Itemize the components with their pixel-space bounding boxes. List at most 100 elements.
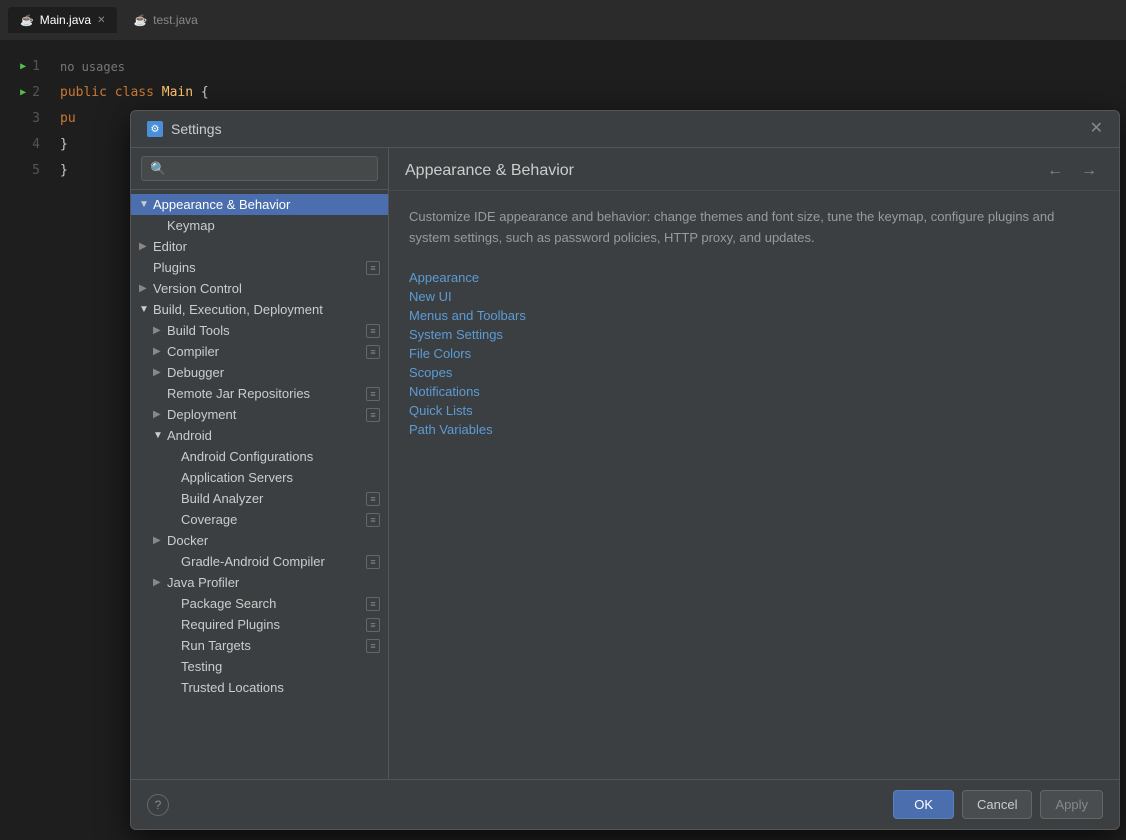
line-num-2: 2 <box>32 80 40 106</box>
settings-dialog: ⚙ Settings ✕ ▼ Appearance & Behavior Key… <box>130 110 1120 830</box>
tree-label-application-servers: Application Servers <box>181 470 380 485</box>
tree-label-gradle-android-compiler: Gradle-Android Compiler <box>181 554 362 569</box>
link-file-colors[interactable]: File Colors <box>409 345 1099 362</box>
right-content: Customize IDE appearance and behavior: c… <box>389 191 1119 779</box>
code-line-1: public class Main { <box>60 80 1116 106</box>
apply-button[interactable]: Apply <box>1040 790 1103 819</box>
gradle-android-settings-icon: ≡ <box>366 555 380 569</box>
tree-arrow-required-plugins <box>167 619 181 630</box>
tree-arrow-docker: ▶ <box>153 535 167 546</box>
settings-icon-symbol: ⚙ <box>151 124 160 135</box>
tree-arrow-android: ▼ <box>153 430 167 441</box>
tree-label-required-plugins: Required Plugins <box>181 617 362 632</box>
link-new-ui[interactable]: New UI <box>409 288 1099 305</box>
tree-label-plugins: Plugins <box>153 260 362 275</box>
tab-label: Main.java <box>40 13 91 27</box>
tree-item-keymap[interactable]: Keymap <box>131 215 388 236</box>
required-plugins-settings-icon: ≡ <box>366 618 380 632</box>
tree-item-testing[interactable]: Testing <box>131 656 388 677</box>
tree-arrow-appearance: ▼ <box>139 199 153 210</box>
dialog-close-button[interactable]: ✕ <box>1090 121 1103 137</box>
tree-label-build-tools: Build Tools <box>167 323 362 338</box>
description-text: Customize IDE appearance and behavior: c… <box>409 207 1099 249</box>
link-quick-lists[interactable]: Quick Lists <box>409 402 1099 419</box>
link-notifications[interactable]: Notifications <box>409 383 1099 400</box>
tree-item-java-profiler[interactable]: ▶ Java Profiler <box>131 572 388 593</box>
ok-button[interactable]: OK <box>893 790 954 819</box>
tree-arrow-package-search <box>167 598 181 609</box>
tree-label-coverage: Coverage <box>181 512 362 527</box>
line-row-3: 3 <box>0 106 40 132</box>
tree-label-trusted-locations: Trusted Locations <box>181 680 380 695</box>
tree-item-android-configurations[interactable]: Android Configurations <box>131 446 388 467</box>
tree-item-deployment[interactable]: ▶ Deployment ≡ <box>131 404 388 425</box>
tree-item-package-search[interactable]: Package Search ≡ <box>131 593 388 614</box>
tree-arrow-remote-jar <box>153 388 167 399</box>
right-panel: Appearance & Behavior ← → Customize IDE … <box>389 148 1119 779</box>
tree-arrow-run-targets <box>167 640 181 651</box>
dialog-footer: ? OK Cancel Apply <box>131 779 1119 829</box>
line-row-1: ▶ 1 <box>0 54 40 80</box>
tree-item-gradle-android-compiler[interactable]: Gradle-Android Compiler ≡ <box>131 551 388 572</box>
cancel-button[interactable]: Cancel <box>962 790 1032 819</box>
tab-close-button[interactable]: ✕ <box>97 15 105 26</box>
tab-main-java[interactable]: ☕ Main.java ✕ <box>8 7 117 33</box>
line-num-4: 4 <box>32 132 40 158</box>
tree-label-editor: Editor <box>153 239 380 254</box>
link-scopes[interactable]: Scopes <box>409 364 1099 381</box>
tree-item-run-targets[interactable]: Run Targets ≡ <box>131 635 388 656</box>
link-system-settings[interactable]: System Settings <box>409 326 1099 343</box>
tree-item-android[interactable]: ▼ Android <box>131 425 388 446</box>
tree-item-appearance-behavior[interactable]: ▼ Appearance & Behavior <box>131 194 388 215</box>
tree-item-remote-jar-repositories[interactable]: Remote Jar Repositories ≡ <box>131 383 388 404</box>
tab-test-java[interactable]: ☕ test.java <box>121 7 209 33</box>
tree-arrow-editor: ▶ <box>139 241 153 252</box>
right-header: Appearance & Behavior ← → <box>389 148 1119 191</box>
tree-item-required-plugins[interactable]: Required Plugins ≡ <box>131 614 388 635</box>
tree-item-compiler[interactable]: ▶ Compiler ≡ <box>131 341 388 362</box>
link-menus-toolbars[interactable]: Menus and Toolbars <box>409 307 1099 324</box>
tree-item-plugins[interactable]: Plugins ≡ <box>131 257 388 278</box>
tree-item-version-control[interactable]: ▶ Version Control <box>131 278 388 299</box>
link-appearance[interactable]: Appearance <box>409 269 1099 286</box>
tree-arrow-deployment: ▶ <box>153 409 167 420</box>
tree-label-appearance-behavior: Appearance & Behavior <box>153 197 380 212</box>
run-targets-settings-icon: ≡ <box>366 639 380 653</box>
tree-label-android: Android <box>167 428 380 443</box>
line-row-4: 4 <box>0 132 40 158</box>
help-button[interactable]: ? <box>147 794 169 816</box>
tree-label-package-search: Package Search <box>181 596 362 611</box>
tree-item-coverage[interactable]: Coverage ≡ <box>131 509 388 530</box>
tree-item-application-servers[interactable]: Application Servers <box>131 467 388 488</box>
tree-arrow-gradle-android <box>167 556 181 567</box>
right-panel-title: Appearance & Behavior <box>405 162 574 180</box>
tree-arrow-coverage <box>167 514 181 525</box>
nav-back-button[interactable]: ← <box>1041 160 1069 182</box>
tree-label-java-profiler: Java Profiler <box>167 575 380 590</box>
tab-bar: ☕ Main.java ✕ ☕ test.java <box>0 0 1126 40</box>
tree-item-build-analyzer[interactable]: Build Analyzer ≡ <box>131 488 388 509</box>
tree-arrow-compiler: ▶ <box>153 346 167 357</box>
tree-arrow-build-tools: ▶ <box>153 325 167 336</box>
dialog-header: ⚙ Settings ✕ <box>131 111 1119 148</box>
tree-arrow-version-control: ▶ <box>139 283 153 294</box>
run-arrow-2[interactable]: ▶ <box>20 80 26 106</box>
tree-arrow-keymap <box>153 220 167 231</box>
tree-item-editor[interactable]: ▶ Editor <box>131 236 388 257</box>
tree-item-debugger[interactable]: ▶ Debugger <box>131 362 388 383</box>
tree-item-build-execution-deployment[interactable]: ▼ Build, Execution, Deployment <box>131 299 388 320</box>
run-arrow-1[interactable]: ▶ <box>20 54 26 80</box>
tree-arrow-trusted-locations <box>167 682 181 693</box>
nav-forward-button[interactable]: → <box>1075 160 1103 182</box>
tree-arrow-debugger: ▶ <box>153 367 167 378</box>
tree-arrow-app-servers <box>167 472 181 483</box>
line-numbers: ▶ 1 ▶ 2 3 4 5 <box>0 40 50 840</box>
tree-item-build-tools[interactable]: ▶ Build Tools ≡ <box>131 320 388 341</box>
tree-arrow-android-config <box>167 451 181 462</box>
tree-item-trusted-locations[interactable]: Trusted Locations <box>131 677 388 698</box>
tree-item-docker[interactable]: ▶ Docker <box>131 530 388 551</box>
footer-left: ? <box>147 794 169 816</box>
search-input[interactable] <box>141 156 378 181</box>
link-path-variables[interactable]: Path Variables <box>409 421 1099 438</box>
no-usages-label: no usages <box>60 54 1116 80</box>
